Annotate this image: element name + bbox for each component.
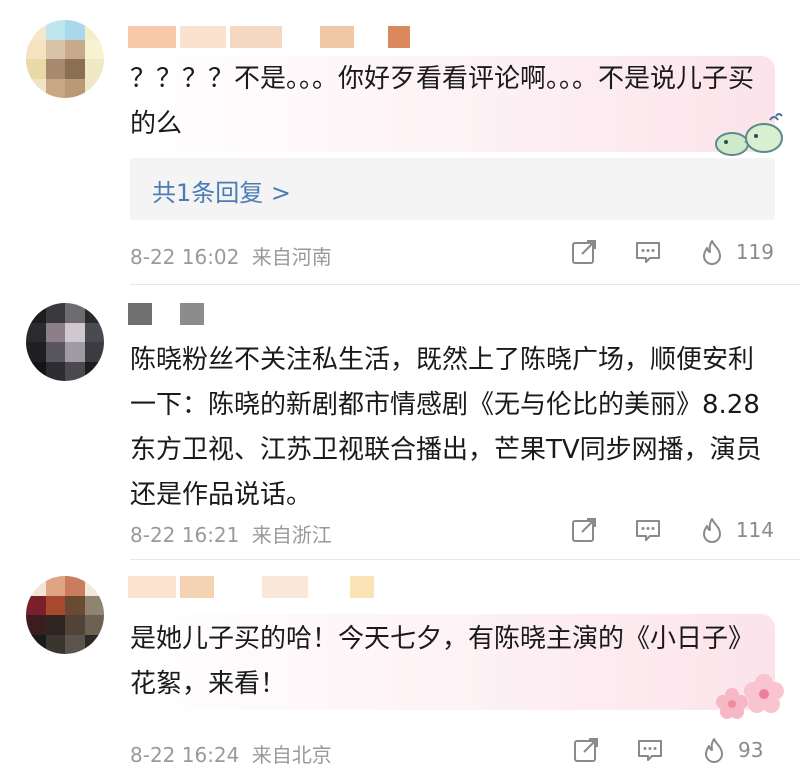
avatar[interactable]	[26, 20, 104, 98]
comment-actions: 119	[570, 238, 774, 266]
like-count: 119	[735, 240, 774, 264]
whale-sticker-icon	[715, 113, 783, 156]
comment-icon[interactable]	[634, 238, 662, 266]
timestamp: 8-22 16:02	[130, 245, 240, 269]
like-count: 114	[735, 518, 774, 542]
username-redacted[interactable]	[128, 576, 374, 598]
comment-item: 是她儿子买的哈！今天七夕，有陈晓主演的《小日子》花絮，来看！ 8-22 16:2…	[0, 560, 800, 784]
comment-icon[interactable]	[634, 516, 662, 544]
avatar[interactable]	[26, 576, 104, 654]
comment-meta: 8-22 16:02 来自河南	[130, 241, 332, 270]
comment-text: 陈晓粉丝不关注私生活，既然上了陈晓广场，顺便安利一下：陈晓的新剧都市情感剧《无与…	[130, 345, 762, 510]
comment-actions: 93	[572, 736, 774, 764]
location: 来自浙江	[251, 523, 332, 547]
flower-sticker-icon	[716, 674, 784, 719]
share-icon[interactable]	[572, 736, 600, 764]
reply-thread-box[interactable]: 共1条回复 >	[130, 158, 775, 220]
username-redacted[interactable]	[128, 26, 410, 48]
avatar[interactable]	[26, 303, 104, 381]
like-count: 93	[738, 738, 764, 762]
comment-text: ？？？？不是。。。你好歹看看评论啊。。。不是说儿子买的么	[130, 64, 755, 139]
share-icon[interactable]	[570, 516, 598, 544]
comment-text: 是她儿子买的哈！今天七夕，有陈晓主演的《小日子》花絮，来看！	[130, 624, 755, 699]
location: 来自河南	[251, 245, 332, 269]
location: 来自北京	[251, 743, 332, 767]
comment-meta: 8-22 16:21 来自浙江	[130, 519, 332, 548]
comment-item: ？？？？不是。。。你好歹看看评论啊。。。不是说儿子买的么 共1条回复 > 8-2…	[0, 0, 800, 285]
flame-like-icon[interactable]	[698, 238, 726, 266]
comment-item: 陈晓粉丝不关注私生活，既然上了陈晓广场，顺便安利一下：陈晓的新剧都市情感剧《无与…	[0, 285, 800, 560]
username-redacted[interactable]	[128, 303, 204, 325]
flame-like-icon[interactable]	[698, 516, 726, 544]
view-replies-link[interactable]: 共1条回复 >	[152, 173, 291, 208]
comment-actions: 114	[570, 516, 774, 544]
flame-like-icon[interactable]	[700, 736, 728, 764]
timestamp: 8-22 16:21	[130, 523, 240, 547]
comment-icon[interactable]	[636, 736, 664, 764]
share-icon[interactable]	[570, 238, 598, 266]
comment-meta: 8-22 16:24 来自北京	[130, 739, 332, 768]
timestamp: 8-22 16:24	[130, 743, 240, 767]
